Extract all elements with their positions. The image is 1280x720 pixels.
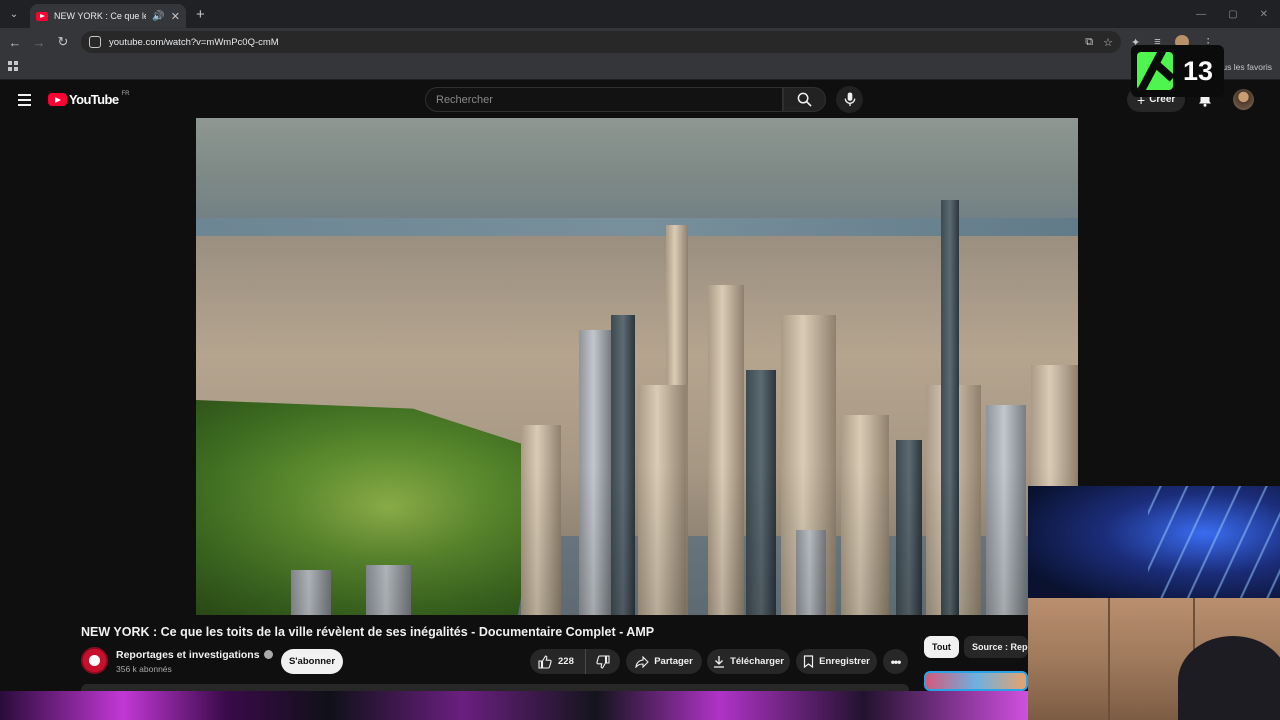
chip-source[interactable]: Source : Repo	[964, 636, 1028, 658]
channel-name-text[interactable]: Reportages et investigations	[116, 649, 260, 661]
dislike-button[interactable]	[586, 654, 620, 669]
close-tab-icon[interactable]: ✕	[171, 10, 180, 23]
voice-search-button[interactable]	[836, 86, 863, 113]
address-bar[interactable]: youtube.com/watch?v=mWmPc0Q-cmM ⧉ ☆	[81, 31, 1121, 53]
search-input[interactable]	[436, 93, 766, 106]
video-title: NEW YORK : Ce que les toits de la ville …	[81, 625, 655, 639]
save-label: Enregistrer	[819, 656, 870, 667]
like-dislike-group: 228	[530, 649, 620, 674]
reload-icon[interactable]: ↻	[51, 34, 75, 50]
bookmark-icon	[804, 655, 814, 668]
close-window-icon[interactable]: ✕	[1260, 9, 1268, 20]
bookmarks-bar: Tous les favoris	[0, 56, 1280, 80]
k13-overlay-logo: 13	[1131, 45, 1224, 97]
like-count: 228	[558, 656, 574, 667]
youtube-favicon-icon	[36, 11, 48, 21]
maximize-icon[interactable]: ▢	[1228, 9, 1237, 20]
browser-tab-strip: ⌄ NEW YORK : Ce que les toit 🔊 ✕ + — ▢ ✕	[0, 0, 1280, 28]
share-arrow-icon	[635, 655, 649, 668]
tab-search-button[interactable]: ⌄	[4, 4, 24, 24]
thumbs-down-icon	[596, 654, 610, 669]
webcam-light-strands	[1148, 486, 1280, 604]
window-controls: — ▢ ✕	[1196, 9, 1268, 20]
install-app-icon[interactable]: ⧉	[1085, 36, 1093, 49]
search-button[interactable]	[783, 87, 826, 112]
url-text[interactable]: youtube.com/watch?v=mWmPc0Q-cmM	[109, 37, 279, 48]
account-avatar[interactable]	[1233, 89, 1254, 110]
verified-icon	[263, 650, 273, 659]
search-box[interactable]	[425, 87, 783, 112]
youtube-wordmark: YouTube	[69, 92, 119, 107]
like-button[interactable]: 228	[530, 649, 586, 674]
back-icon[interactable]: ←	[3, 35, 27, 50]
more-actions-button[interactable]: •••	[883, 649, 908, 674]
subscriber-count: 356 k abonnés	[116, 664, 172, 674]
related-video-thumbnail[interactable]	[924, 671, 1028, 691]
site-info-icon[interactable]	[89, 36, 101, 48]
desktop-background-strip	[0, 691, 1028, 720]
share-label: Partager	[654, 656, 693, 667]
webcam-person	[1178, 636, 1280, 720]
channel-name[interactable]: Reportages et investigations	[116, 649, 273, 661]
youtube-masthead: YouTube FR + Créer	[0, 80, 1280, 118]
k13-number: 13	[1183, 55, 1214, 86]
channel-avatar[interactable]	[81, 647, 108, 674]
minimize-icon[interactable]: —	[1196, 9, 1206, 20]
forward-icon[interactable]: →	[27, 35, 51, 50]
bookmark-star-icon[interactable]: ☆	[1103, 36, 1113, 49]
description-box[interactable]	[81, 684, 909, 691]
subscribe-button[interactable]: S'abonner	[281, 649, 343, 674]
download-icon	[714, 656, 725, 668]
save-button[interactable]: Enregistrer	[796, 649, 877, 674]
browser-toolbar: ← → ↻ youtube.com/watch?v=mWmPc0Q-cmM ⧉ …	[0, 28, 1280, 56]
speaker-icon[interactable]: 🔊	[152, 11, 164, 22]
download-button[interactable]: Télécharger	[707, 649, 790, 674]
country-code: FR	[121, 90, 130, 97]
search-icon	[797, 92, 812, 107]
share-button[interactable]: Partager	[626, 649, 702, 674]
tab-title: NEW YORK : Ce que les toit	[54, 11, 146, 21]
more-horizontal-icon: •••	[890, 654, 902, 669]
new-tab-button[interactable]: +	[196, 6, 205, 23]
chip-all[interactable]: Tout	[924, 636, 959, 658]
hamburger-menu-icon[interactable]	[18, 94, 31, 109]
apps-grid-icon[interactable]	[8, 61, 18, 71]
thumbs-up-icon	[538, 654, 552, 669]
video-player[interactable]	[196, 118, 1078, 615]
sofa-seam	[1108, 598, 1110, 720]
browser-tab-active[interactable]: NEW YORK : Ce que les toit 🔊 ✕	[30, 4, 186, 28]
webcam-overlay	[1028, 486, 1280, 720]
microphone-icon	[844, 92, 855, 107]
youtube-play-icon	[48, 93, 67, 106]
video-frame-shade	[196, 118, 1078, 615]
k13-mark-icon	[1137, 52, 1173, 90]
youtube-logo[interactable]: YouTube FR	[48, 90, 130, 107]
download-label: Télécharger	[730, 656, 784, 667]
